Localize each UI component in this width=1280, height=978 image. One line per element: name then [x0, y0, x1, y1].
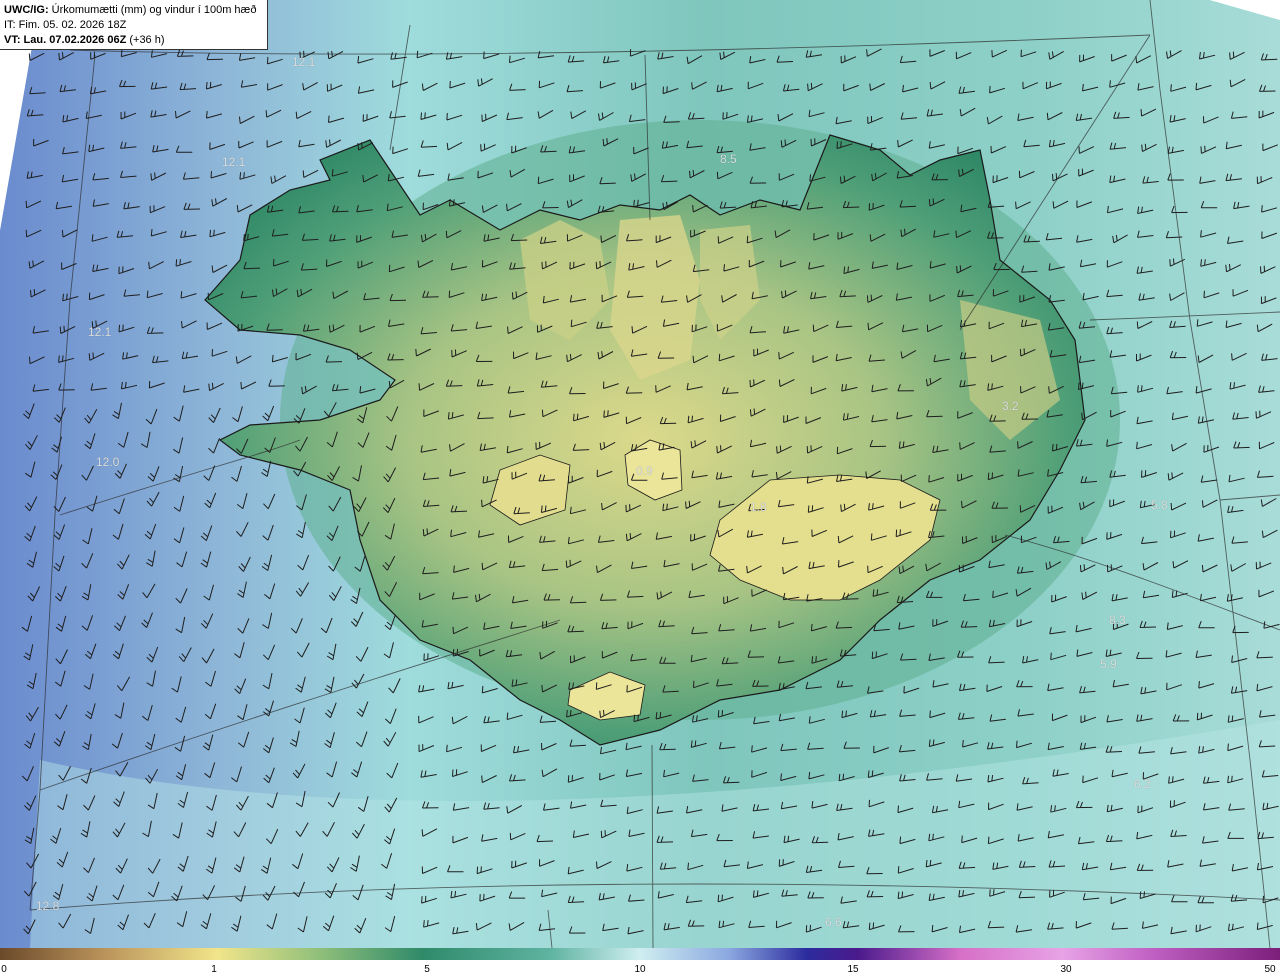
map-header: UWC/IG: Úrkomumætti (mm) og vindur í 100… — [0, 0, 268, 50]
value-label: 12.0 — [96, 455, 120, 469]
colorbar-tick: 1 — [211, 964, 217, 975]
value-label: 3.2 — [1002, 399, 1019, 413]
value-label: 8.5 — [720, 152, 737, 166]
value-label: 5.8 — [1151, 498, 1168, 512]
valid-time: VT: Lau. 07.02.2026 06Z — [4, 34, 127, 46]
value-label: 0.9 — [636, 464, 653, 478]
precipitation-map: 12.1 12.1 8.5 12.1 3.2 12.0 0.9 1.8 5.8 … — [0, 0, 1280, 949]
value-label: 6.6 — [825, 915, 842, 929]
value-label: 6.2 — [1134, 777, 1151, 791]
colorbar-gradient — [0, 948, 1280, 960]
value-label: 12.1 — [292, 55, 316, 69]
colorbar-tick: 10 — [634, 964, 646, 975]
value-label: 8.3 — [1109, 613, 1126, 627]
value-label: 5.9 — [1100, 657, 1117, 671]
value-label: 12.1 — [88, 325, 112, 339]
colorbar-tick: 0 — [1, 964, 7, 975]
value-label: 12.1 — [222, 155, 246, 169]
colorbar-tick: 30 — [1060, 964, 1072, 975]
initial-time: IT: Fim. 05. 02. 2026 18Z — [4, 19, 127, 31]
colorbar-legend: 0 1 5 10 15 30 50 — [0, 948, 1280, 978]
valid-time-line: VT: Lau. 07.02.2026 06Z (+36 h) — [4, 33, 263, 48]
map-title: Úrkomumætti (mm) og vindur í 100m hæð — [48, 4, 257, 16]
title-line: UWC/IG: Úrkomumætti (mm) og vindur í 100… — [4, 3, 263, 18]
lead-time: (+36 h) — [126, 34, 165, 46]
value-label: 1.8 — [750, 500, 767, 514]
colorbar-tick: 15 — [847, 964, 859, 975]
colorbar-tick: 5 — [424, 964, 430, 975]
colorbar-tick: 50 — [1264, 964, 1276, 975]
model-prefix: UWC/IG: — [4, 4, 49, 16]
value-label: 12.8 — [36, 899, 60, 913]
